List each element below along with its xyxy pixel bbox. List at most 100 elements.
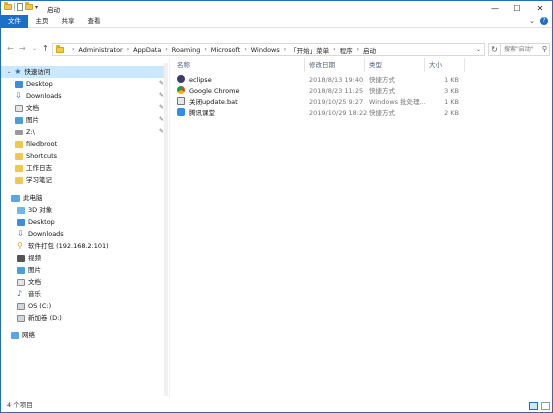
nav-pc-downloads[interactable]: ⇩ Downloads — [17, 228, 64, 240]
column-header-type[interactable]: 类型 — [365, 58, 425, 72]
tab-home[interactable]: 主页 — [31, 15, 53, 28]
videos-icon — [17, 254, 25, 262]
breadcrumb-programs[interactable]: 程序 — [340, 45, 353, 55]
nav-network[interactable]: 网络 — [11, 329, 35, 341]
file-size: 1 KB — [444, 76, 459, 84]
file-type: 快捷方式 — [369, 76, 395, 84]
nav-desktop[interactable]: Desktop — [15, 78, 53, 90]
expand-ribbon-icon[interactable]: ⌄ — [529, 17, 535, 25]
chevron-right-icon: › — [356, 46, 359, 53]
file-size: 1 KB — [444, 98, 459, 106]
nav-label: Desktop — [26, 80, 53, 88]
nav-work-log[interactable]: 工作日志 — [15, 162, 52, 174]
breadcrumb-appdata[interactable]: AppData — [133, 46, 161, 54]
up-icon[interactable]: ↑ — [42, 44, 49, 53]
column-header-size[interactable]: 大小 — [425, 58, 465, 72]
file-date: 2019/10/25 9:27 — [309, 98, 364, 106]
details-view-button[interactable] — [529, 402, 538, 410]
address-dropdown-icon[interactable]: ⌄ — [476, 46, 481, 53]
breadcrumb-windows[interactable]: Windows — [251, 46, 280, 54]
pane-divider[interactable] — [169, 58, 170, 398]
tab-share[interactable]: 共享 — [57, 15, 79, 28]
nav-documents[interactable]: 文档 — [15, 102, 39, 114]
nav-pictures[interactable]: 图片 — [15, 114, 39, 126]
file-row[interactable]: 关闭update.bat 2019/10/25 9:27 Windows 批处理… — [175, 97, 475, 107]
address-bar[interactable]: › Administrator › AppData › Roaming › Mi… — [52, 43, 485, 56]
chevron-right-icon: › — [283, 46, 287, 53]
nav-label: 视频 — [28, 254, 41, 262]
nav-label: 图片 — [28, 266, 41, 274]
nav-quick-access[interactable]: ⌄ ★ 快速访问 — [1, 66, 164, 78]
file-date: 2018/8/23 11:25 — [309, 87, 364, 95]
nav-videos[interactable]: 视频 — [17, 252, 41, 264]
file-name: 腾讯课堂 — [189, 109, 215, 117]
nav-shortcuts[interactable]: Shortcuts — [15, 150, 57, 162]
chevron-down-icon[interactable]: ⌄ — [7, 66, 11, 78]
nav-network-share[interactable]: ⚲ 软件打包 (192.168.2.101) — [17, 240, 109, 252]
nav-this-pc[interactable]: 此电脑 — [11, 192, 43, 204]
back-icon[interactable]: ← — [7, 44, 14, 53]
nav-label: Shortcuts — [26, 152, 58, 160]
maximize-button[interactable]: ☐ — [506, 1, 528, 15]
nav-label: Z:\ — [26, 128, 35, 136]
nav-pc-documents[interactable]: 文档 — [17, 276, 41, 288]
folder-icon — [4, 2, 12, 10]
breadcrumb-administrator[interactable]: Administrator — [78, 46, 122, 54]
nav-label: Downloads — [28, 230, 64, 238]
nav-label: Downloads — [26, 92, 62, 100]
breadcrumb-microsoft[interactable]: Microsoft — [211, 46, 241, 54]
network-icon — [11, 331, 19, 339]
nav-pc-desktop[interactable]: Desktop — [17, 216, 55, 228]
search-input[interactable]: 搜索"启动" ⚲ — [500, 43, 550, 56]
breadcrumb-roaming[interactable]: Roaming — [172, 46, 201, 54]
documents-icon — [15, 104, 23, 112]
tab-view[interactable]: 查看 — [83, 15, 105, 28]
3d-objects-icon — [17, 206, 25, 214]
nav-study-notes[interactable]: 学习笔记 — [15, 174, 52, 186]
properties-icon[interactable] — [17, 3, 23, 11]
navigation-pane: ⌄ ★ 快速访问 Desktop ✎ ⇩ Downloads ✎ 文档 ✎ 图片… — [1, 63, 169, 396]
chevron-right-icon: › — [165, 46, 168, 53]
nav-pc-pictures[interactable]: 图片 — [17, 264, 41, 276]
file-name: 关闭update.bat — [189, 98, 238, 106]
large-icons-view-button[interactable] — [541, 402, 550, 410]
recent-locations-icon[interactable]: ⌄ — [32, 45, 37, 52]
column-header-date[interactable]: 修改日期 — [305, 58, 365, 72]
file-row[interactable]: 腾讯课堂 2019/10/29 18:22 快捷方式 2 KB — [175, 108, 475, 118]
file-row[interactable]: eclipse 2018/8/13 19:40 快捷方式 1 KB — [175, 75, 475, 85]
column-header-name[interactable]: 名称 — [173, 58, 305, 72]
quick-access-toolbar: ▾ — [4, 2, 38, 11]
tab-file[interactable]: 文件 — [1, 15, 28, 28]
minimize-button[interactable]: — — [484, 1, 506, 15]
customize-toolbar-icon[interactable]: ▾ — [35, 4, 38, 11]
file-type: 快捷方式 — [369, 87, 395, 95]
nav-c-drive[interactable]: OS (C:) — [17, 300, 51, 312]
folder-icon — [15, 164, 23, 172]
file-name: Google Chrome — [189, 87, 240, 95]
nav-3d-objects[interactable]: 3D 对象 — [17, 204, 52, 216]
desktop-icon — [17, 218, 25, 226]
nav-downloads[interactable]: ⇩ Downloads — [15, 90, 62, 102]
nav-music[interactable]: ♪ 音乐 — [17, 288, 41, 300]
folder-icon — [56, 44, 64, 53]
window-title: 启动 — [47, 6, 60, 14]
file-date: 2018/8/13 19:40 — [309, 76, 364, 84]
new-folder-icon[interactable] — [25, 2, 33, 10]
help-icon[interactable]: ? — [540, 17, 548, 25]
nav-z-drive[interactable]: Z:\ — [15, 126, 35, 138]
nav-filedbroot[interactable]: filedbroot — [15, 138, 57, 150]
nav-d-drive[interactable]: 新加卷 (D:) — [17, 312, 62, 324]
file-size: 2 KB — [444, 109, 459, 117]
file-row[interactable]: Google Chrome 2018/8/23 11:25 快捷方式 3 KB — [175, 86, 475, 96]
forward-icon[interactable]: → — [19, 44, 26, 53]
breadcrumb-startup[interactable]: 启动 — [363, 45, 376, 55]
close-button[interactable]: ✕ — [529, 1, 551, 15]
chevron-right-icon: › — [333, 46, 336, 53]
nav-label: 快速访问 — [24, 68, 51, 76]
file-date: 2019/10/29 18:22 — [309, 109, 368, 117]
nav-scrollbar[interactable] — [164, 63, 168, 396]
breadcrumb-start-menu[interactable]: 「开始」菜单 — [290, 45, 329, 55]
documents-icon — [17, 278, 25, 286]
file-size: 3 KB — [444, 87, 459, 95]
search-placeholder: 搜索"启动" — [504, 46, 534, 53]
